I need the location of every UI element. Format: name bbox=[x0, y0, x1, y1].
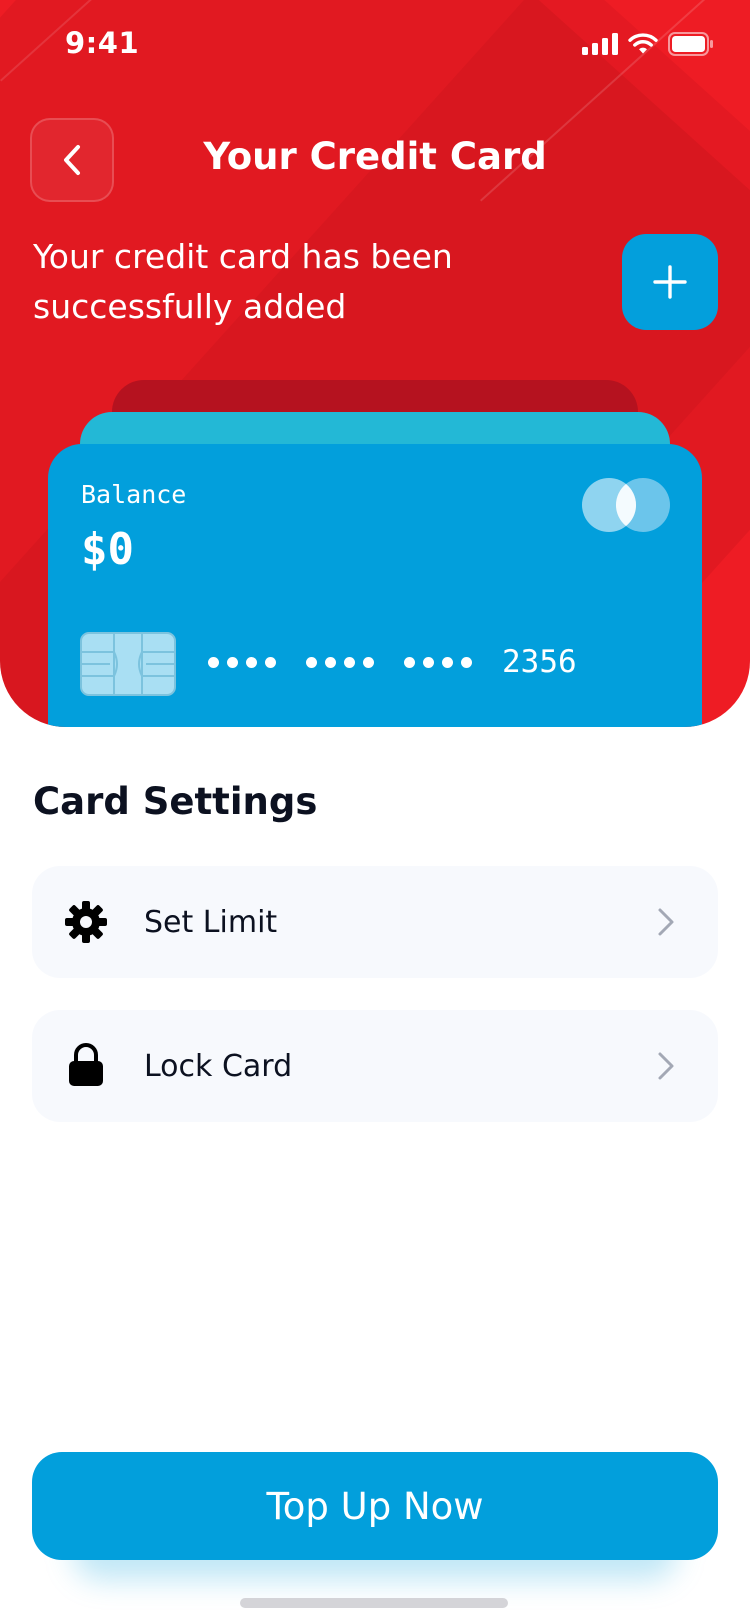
plus-icon bbox=[653, 265, 687, 299]
set-limit-label: Set Limit bbox=[144, 904, 278, 940]
lock-icon bbox=[69, 1043, 103, 1086]
success-message: Your credit card has been successfully a… bbox=[33, 237, 453, 326]
chevron-right-icon bbox=[658, 1052, 674, 1080]
lock-card-label: Lock Card bbox=[144, 1048, 293, 1084]
section-title: Card Settings bbox=[33, 780, 318, 823]
status-time: 9:41 bbox=[65, 26, 140, 60]
header-background: 9:41 Your Credit Card Your credit card h… bbox=[0, 0, 750, 727]
gear-icon bbox=[65, 901, 107, 943]
battery-icon bbox=[668, 32, 713, 56]
wifi-icon bbox=[628, 33, 658, 54]
top-up-button[interactable]: Top Up Now bbox=[32, 1452, 718, 1560]
card-network-logo bbox=[582, 478, 670, 532]
lock-card-row[interactable]: Lock Card bbox=[32, 1010, 718, 1122]
masked-digits bbox=[306, 656, 374, 668]
chevron-right-icon bbox=[658, 908, 674, 936]
card-chip-icon bbox=[80, 632, 176, 696]
balance-label: Balance bbox=[81, 480, 187, 509]
card-last-four: 2356 bbox=[502, 644, 577, 680]
masked-digits bbox=[208, 656, 276, 668]
add-card-button[interactable] bbox=[622, 234, 718, 330]
signal-icon bbox=[582, 33, 618, 55]
set-limit-row[interactable]: Set Limit bbox=[32, 866, 718, 978]
home-indicator bbox=[240, 1598, 508, 1608]
balance-value: $0 bbox=[81, 524, 134, 575]
page-title: Your Credit Card bbox=[203, 135, 547, 178]
card-number: 2356 bbox=[208, 644, 577, 680]
status-icons bbox=[582, 32, 714, 56]
credit-card[interactable]: Balance $0 2356 bbox=[48, 444, 702, 727]
masked-digits bbox=[404, 656, 472, 668]
